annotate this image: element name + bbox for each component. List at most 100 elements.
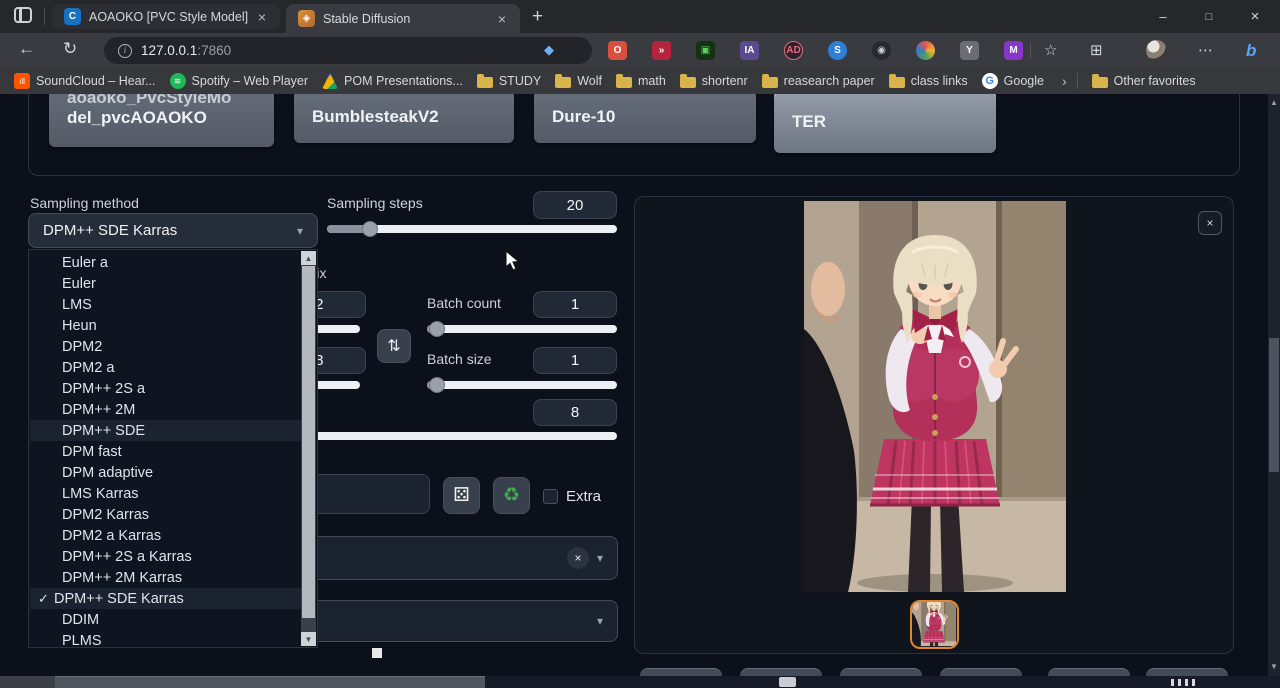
slider-handle[interactable] [429, 377, 445, 393]
scroll-up-icon[interactable]: ▲ [301, 251, 316, 265]
reuse-seed-recycle-button[interactable]: ♻ [493, 477, 530, 514]
sampler-option[interactable]: LMS [30, 294, 302, 315]
tab-close-icon[interactable]: × [494, 11, 510, 27]
swap-dimensions-button[interactable]: ⇅ [377, 329, 411, 363]
generated-image[interactable] [804, 201, 1066, 592]
sampler-option[interactable]: DPM++ 2M [30, 399, 302, 420]
bookmark-folder-reasearch-paper[interactable]: reasearch paper [762, 74, 875, 88]
sampler-option[interactable]: DPM2 a [30, 357, 302, 378]
sampler-option-selected[interactable]: ✓DPM++ SDE Karras [30, 588, 302, 609]
batch-size-slider[interactable] [427, 381, 617, 389]
copilot-icon[interactable]: b [1246, 41, 1256, 61]
scrollbar-thumb[interactable] [1269, 338, 1279, 472]
close-window-button[interactable]: × [1232, 0, 1278, 33]
extension-icon-2[interactable]: » [652, 41, 671, 60]
sampler-option[interactable]: DPM fast [30, 441, 302, 462]
divider [1030, 43, 1031, 58]
extension-icon-4[interactable]: IA [740, 41, 759, 60]
back-button[interactable]: ← [18, 39, 35, 59]
folder-icon [477, 77, 493, 88]
bookmark-folder-study[interactable]: STUDY [477, 74, 541, 88]
bookmark-folder-shortenr[interactable]: shortenr [680, 74, 748, 88]
result-gallery-panel: × [634, 196, 1234, 654]
tab-close-icon[interactable]: × [254, 9, 270, 25]
tab-actions-icon[interactable] [14, 7, 32, 23]
page-vertical-scrollbar[interactable]: ▲ ▼ [1268, 94, 1280, 688]
extension-icon-5[interactable]: AD [784, 41, 803, 60]
checkpoint-card-bumblesteak[interactable]: BumblesteakV2 [294, 94, 514, 143]
extension-icon-7[interactable]: ◉ [872, 41, 891, 60]
scroll-up-icon[interactable]: ▲ [1268, 98, 1280, 107]
sampler-option[interactable]: DPM2 [30, 336, 302, 357]
extension-icon-10[interactable]: M [1004, 41, 1023, 60]
extension-icon-8[interactable] [916, 41, 935, 60]
scroll-down-icon[interactable]: ▼ [1268, 662, 1280, 671]
checkpoint-card-ter[interactable]: TER [774, 94, 996, 153]
tab-aoaoko[interactable]: C AOAOKO [PVC Style Model] - PV × [52, 4, 280, 29]
sampler-option[interactable]: Heun [30, 315, 302, 336]
sampler-option[interactable]: Euler a [30, 252, 302, 273]
extension-icon-3[interactable]: ▣ [696, 41, 715, 60]
bookmark-pom[interactable]: POM Presentations... [322, 73, 463, 89]
bookmarks-overflow-chevron[interactable]: › [1062, 73, 1067, 89]
bookmark-google[interactable]: GGoogle [982, 73, 1044, 89]
slider-handle[interactable] [362, 221, 378, 237]
restore-button[interactable]: □ [1186, 0, 1232, 33]
extension-icon-1[interactable]: O [608, 41, 627, 60]
close-gallery-icon[interactable]: × [1198, 211, 1222, 235]
scroll-down-icon[interactable]: ▼ [301, 632, 316, 646]
bookmarks-bar: ıllSoundCloud – Hear... ≋Spotify – Web P… [0, 68, 1280, 94]
batch-size-input[interactable]: 1 [533, 347, 617, 374]
new-tab-button[interactable]: + [532, 6, 543, 28]
bookmark-other-favorites[interactable]: Other favorites [1092, 74, 1196, 88]
bookmark-folder-class-links[interactable]: class links [889, 74, 968, 88]
sampling-steps-input[interactable]: 20 [533, 191, 617, 219]
batch-count-slider[interactable] [427, 325, 617, 333]
site-info-icon[interactable]: i [118, 44, 132, 58]
cfg-scale-input[interactable]: 8 [533, 399, 617, 426]
gallery-thumbnail-selected[interactable] [910, 600, 959, 649]
settings-menu-icon[interactable]: ⋯ [1198, 41, 1213, 59]
bookmark-folder-wolf[interactable]: Wolf [555, 74, 602, 88]
checkpoint-card-dure10[interactable]: Dure-10 [534, 94, 756, 143]
sampler-option[interactable]: DPM++ 2M Karras [30, 567, 302, 588]
resize-grip[interactable] [372, 648, 382, 658]
bookmark-spotify[interactable]: ≋Spotify – Web Player [170, 73, 309, 89]
sampler-option[interactable]: DPM adaptive [30, 462, 302, 483]
batch-count-input[interactable]: 1 [533, 291, 617, 318]
extension-icon-9[interactable]: Y [960, 41, 979, 60]
sampler-option[interactable]: DPM++ 2S a Karras [30, 546, 302, 567]
sampler-option[interactable]: DPM++ 2S a [30, 378, 302, 399]
checkpoint-card-del-pvcaoaoko[interactable]: aoaoko_PvcStyleMo del_pvcAOAOKO [49, 94, 274, 147]
scrollbar-thumb[interactable] [302, 266, 315, 618]
scrollbar-marker [779, 677, 796, 687]
extra-checkbox[interactable] [543, 489, 558, 504]
profile-avatar[interactable] [1146, 40, 1167, 61]
page-horizontal-scrollbar[interactable] [0, 676, 1280, 688]
sampler-option[interactable]: LMS Karras [30, 483, 302, 504]
refresh-button[interactable]: ↻ [63, 39, 77, 59]
sampling-steps-slider[interactable] [327, 225, 617, 233]
minimize-button[interactable]: – [1140, 0, 1186, 33]
collections-icon[interactable]: ☆ [1044, 41, 1057, 59]
sampler-option[interactable]: Euler [30, 273, 302, 294]
check-icon: ✓ [38, 591, 54, 607]
shopping-tag-icon[interactable]: ◆ [544, 42, 554, 58]
random-seed-dice-button[interactable]: ⚄ [443, 477, 480, 514]
sampler-option[interactable]: DPM2 Karras [30, 504, 302, 525]
split-screen-icon[interactable]: ⊞ [1090, 41, 1103, 59]
sampler-option[interactable]: DPM2 a Karras [30, 525, 302, 546]
dropdown-scrollbar[interactable]: ▲ ▼ [301, 251, 316, 646]
sampler-option[interactable]: DDIM [30, 609, 302, 630]
sampler-option-hovered[interactable]: DPM++ SDE [30, 420, 302, 441]
slider-handle[interactable] [429, 321, 445, 337]
sampling-method-select[interactable]: DPM++ SDE Karras▾ [28, 213, 318, 248]
tab-stable-diffusion[interactable]: ◈ Stable Diffusion × [286, 4, 520, 33]
sampler-option[interactable]: PLMS [30, 630, 302, 651]
extension-icon-6[interactable]: S [828, 41, 847, 60]
clear-styles-icon[interactable]: × [567, 547, 589, 569]
address-bar[interactable]: i 127.0.0.1:7860 ◆ [104, 37, 592, 64]
bookmark-folder-math[interactable]: math [616, 74, 666, 88]
scrollbar-thumb[interactable] [55, 676, 485, 688]
bookmark-soundcloud[interactable]: ıllSoundCloud – Hear... [14, 73, 156, 89]
